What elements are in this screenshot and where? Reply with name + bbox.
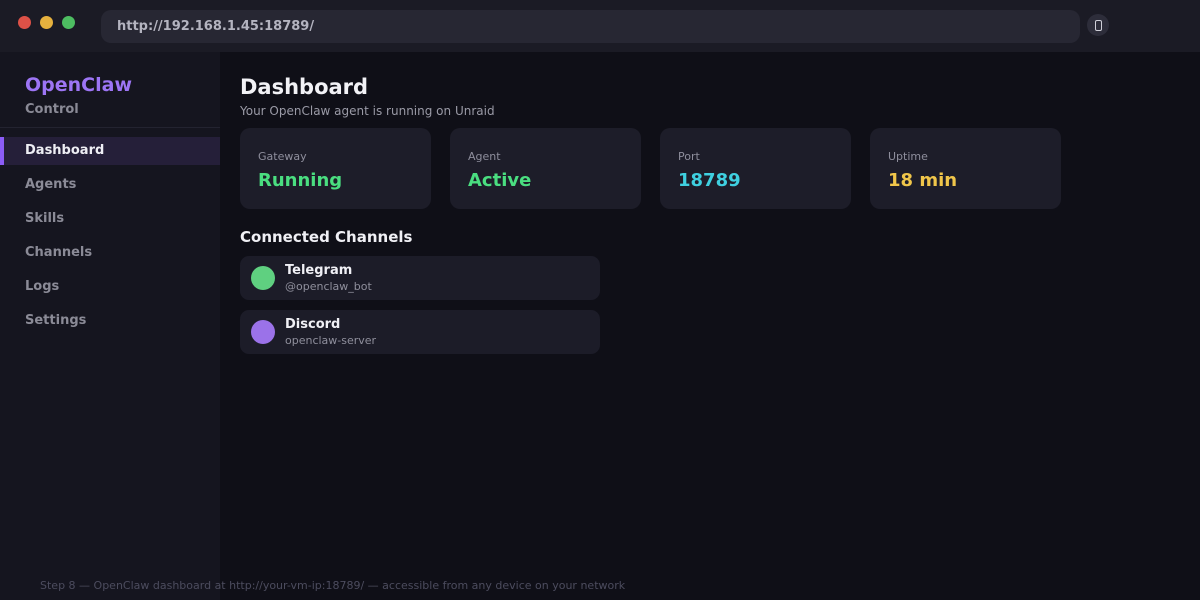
channel-status-dot bbox=[251, 320, 275, 344]
stat-value: Active bbox=[468, 170, 641, 191]
channel-name: Discord bbox=[285, 317, 376, 332]
sidebar: OpenClaw Control Dashboard Agents Skills… bbox=[0, 52, 220, 600]
browser-menu-icon bbox=[1095, 20, 1102, 31]
sidebar-item-channels[interactable]: Channels bbox=[0, 239, 220, 267]
sidebar-divider bbox=[0, 127, 220, 128]
stat-label: Port bbox=[678, 150, 851, 163]
minimize-window-button[interactable] bbox=[40, 16, 53, 29]
sidebar-item-dashboard[interactable]: Dashboard bbox=[0, 137, 220, 165]
sidebar-item-skills[interactable]: Skills bbox=[0, 205, 220, 233]
page-subtitle: Your OpenClaw agent is running on Unraid bbox=[240, 104, 1200, 118]
stat-card-uptime: Uptime 18 min bbox=[870, 128, 1061, 209]
stat-card-port: Port 18789 bbox=[660, 128, 851, 209]
stat-card-gateway: Gateway Running bbox=[240, 128, 431, 209]
connected-channels-heading: Connected Channels bbox=[240, 229, 1200, 246]
channel-row-discord[interactable]: Discord openclaw-server bbox=[240, 310, 600, 354]
channel-row-telegram[interactable]: Telegram @openclaw_bot bbox=[240, 256, 600, 300]
window-controls bbox=[18, 16, 75, 29]
stat-value: 18789 bbox=[678, 170, 851, 191]
maximize-window-button[interactable] bbox=[62, 16, 75, 29]
channel-name: Telegram bbox=[285, 263, 372, 278]
stat-card-agent: Agent Active bbox=[450, 128, 641, 209]
brand-logo: OpenClaw bbox=[25, 74, 220, 96]
stat-label: Agent bbox=[468, 150, 641, 163]
channel-detail: @openclaw_bot bbox=[285, 280, 372, 293]
channel-detail: openclaw-server bbox=[285, 334, 376, 347]
stat-value: 18 min bbox=[888, 170, 1061, 191]
close-window-button[interactable] bbox=[18, 16, 31, 29]
sidebar-item-agents[interactable]: Agents bbox=[0, 171, 220, 199]
channel-status-dot bbox=[251, 266, 275, 290]
sidebar-nav: Dashboard Agents Skills Channels Logs Se… bbox=[0, 137, 220, 335]
stats-row: Gateway Running Agent Active Port 18789 … bbox=[240, 128, 1200, 209]
sidebar-item-logs[interactable]: Logs bbox=[0, 273, 220, 301]
stat-value: Running bbox=[258, 170, 431, 191]
brand-subtitle: Control bbox=[25, 103, 220, 117]
stat-label: Gateway bbox=[258, 150, 431, 163]
step-caption: Step 8 — OpenClaw dashboard at http://yo… bbox=[40, 579, 625, 592]
page-title: Dashboard bbox=[240, 75, 1200, 99]
main-content: Dashboard Your OpenClaw agent is running… bbox=[220, 52, 1200, 600]
browser-top-bar bbox=[0, 0, 1200, 52]
browser-menu-button[interactable] bbox=[1087, 14, 1109, 36]
sidebar-item-settings[interactable]: Settings bbox=[0, 307, 220, 335]
stat-label: Uptime bbox=[888, 150, 1061, 163]
url-input[interactable] bbox=[101, 10, 1080, 43]
